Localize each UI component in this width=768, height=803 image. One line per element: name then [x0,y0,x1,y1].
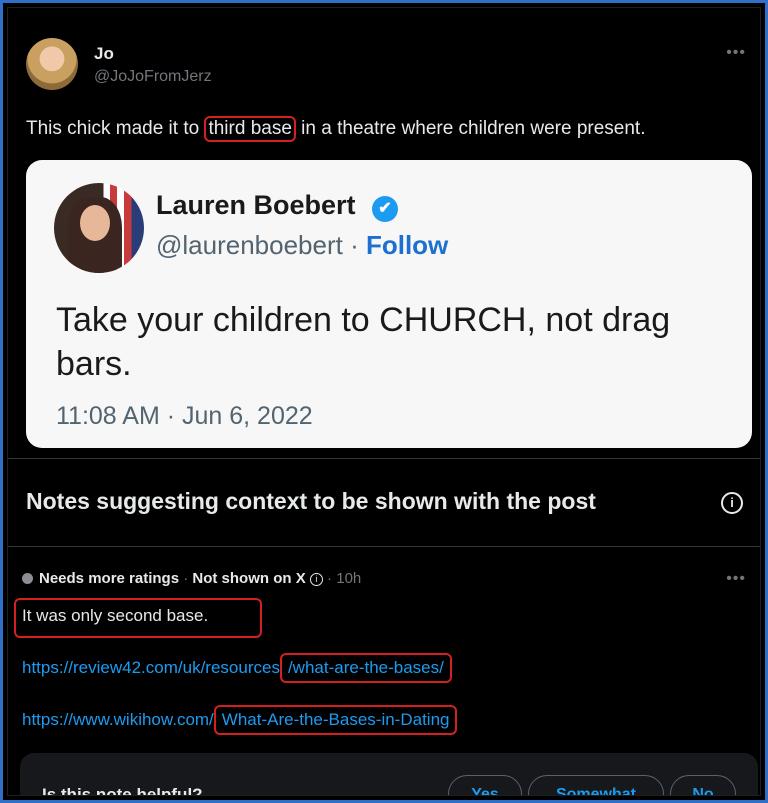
post-text-end: in a theatre where children were present… [295,118,646,139]
visibility-info-icon[interactable]: i [309,573,323,586]
note-status: Needs more ratings [39,570,180,587]
source-link-wikihow[interactable]: https://www.wikihow.com/What-Are-the-Bas… [22,705,458,735]
quoted-post-text: Take your children to CHURCH, not drag b… [56,301,671,383]
post-container: Jo @JoJoFromJerz ••• This chick made it … [7,7,761,796]
more-options-icon[interactable]: ••• [726,44,746,62]
note-more-options-icon[interactable]: ••• [726,570,746,588]
screenshot-frame: Jo @JoJoFromJerz ••• This chick made it … [0,0,768,803]
quoted-author-avatar[interactable] [54,183,144,273]
notes-section-title: Notes suggesting context to be shown wit… [26,488,596,514]
highlighted-phrase: third base [204,116,296,142]
helpful-rating-box: Is this note helpful? Yes Somewhat No [20,753,758,796]
link-prefix[interactable]: https://www.wikihow.com/ [22,710,214,729]
post-text-start: This chick made it to [26,118,205,139]
divider [8,546,760,547]
follow-button[interactable]: Follow [366,230,448,260]
link-highlight[interactable]: What-Are-the-Bases-in-Dating [213,705,458,735]
info-icon[interactable]: i [721,492,743,514]
note-visibility: Not shown on X [192,570,306,587]
quoted-post-card[interactable]: Lauren Boebert ✔ @laurenboebert · Follow… [26,160,752,448]
note-status-row: Needs more ratings · Not shown on X i · … [22,570,361,587]
link-highlight[interactable]: /what-are-the-bases/ [279,653,452,683]
quoted-author-name[interactable]: Lauren Boebert [156,190,356,221]
verified-badge-icon: ✔ [372,196,398,222]
rate-yes-button[interactable]: Yes [448,775,522,795]
source-link-review42[interactable]: https://review42.com/uk/resources/what-a… [22,653,452,683]
helpful-question: Is this note helpful? [42,785,203,796]
author-avatar[interactable] [26,38,78,90]
divider [8,458,760,459]
status-separator: · [179,570,193,587]
note-text: It was only second base. [22,606,209,625]
status-separator: · [322,570,337,587]
quoted-author-handle-row: @laurenboebert · Follow [156,230,448,261]
quoted-post-timestamp[interactable]: 11:08 AM · Jun 6, 2022 [56,402,313,431]
link-prefix[interactable]: https://review42.com/uk/resources [22,658,280,677]
author-name[interactable]: Jo [94,44,114,64]
rate-no-button[interactable]: No [670,775,736,795]
quoted-author-handle[interactable]: @laurenboebert [156,230,343,260]
post-text: This chick made it to third base in a th… [26,116,646,142]
handle-separator: · [342,230,366,260]
author-handle[interactable]: @JoJoFromJerz [94,68,212,86]
status-dot-icon [22,573,33,584]
rate-somewhat-button[interactable]: Somewhat [528,775,664,795]
note-age: 10h [336,570,362,587]
